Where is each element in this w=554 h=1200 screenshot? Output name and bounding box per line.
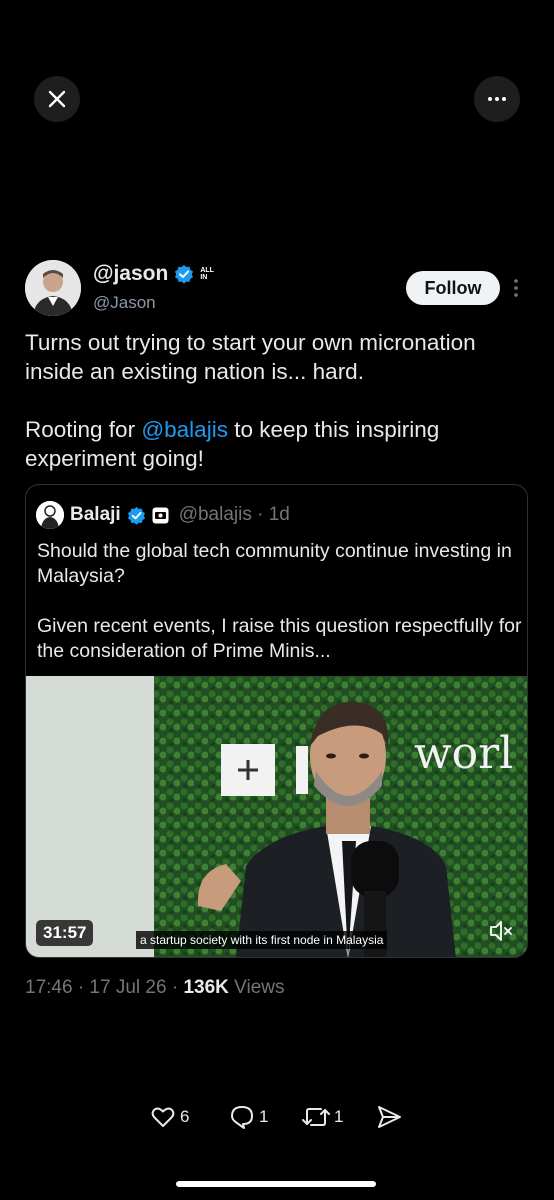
reply-button[interactable]: 1 <box>229 1104 268 1130</box>
views-count: 136K <box>183 977 229 998</box>
close-icon <box>48 90 66 108</box>
like-count: 6 <box>180 1107 190 1126</box>
volume-muted-icon[interactable] <box>488 918 514 944</box>
more-vertical-icon[interactable] <box>511 278 521 298</box>
tweet-meta: 17:46 · 17 Jul 26 · 136K Views <box>25 977 284 999</box>
home-indicator <box>176 1181 376 1187</box>
verified-badge-icon <box>127 506 145 525</box>
like-button[interactable]: 6 <box>150 1104 189 1130</box>
repost-icon <box>302 1108 330 1126</box>
reply-count: 1 <box>259 1107 269 1126</box>
quoted-handle-time: @balajis · 1d <box>178 504 290 525</box>
quoted-tweet[interactable]: Balaji @balajis · 1d Should the global t… <box>25 484 528 958</box>
author-display-name[interactable]: @jason <box>93 262 168 286</box>
affiliation-icon <box>152 507 169 523</box>
quoted-author-name[interactable]: Balaji <box>70 504 121 526</box>
video-player[interactable]: worl 31:57 a startup society with its fi… <box>26 676 527 957</box>
author-avatar[interactable] <box>25 260 81 316</box>
tweet-pre-mention: Rooting for <box>25 417 142 442</box>
follow-button[interactable]: Follow <box>406 271 500 305</box>
verified-badge-icon <box>175 265 194 284</box>
video-thumbnail: worl <box>26 676 527 957</box>
video-caption: a startup society with its first node in… <box>136 931 388 949</box>
send-icon <box>378 1106 401 1128</box>
more-options-button[interactable] <box>474 76 520 122</box>
mention-link[interactable]: @balajis <box>141 417 228 442</box>
repost-count: 1 <box>334 1107 344 1126</box>
tweet-text: Turns out trying to start your own micro… <box>25 328 529 473</box>
repost-button[interactable]: 1 <box>302 1104 343 1130</box>
heart-icon <box>151 1107 175 1127</box>
backdrop-text: worl <box>414 728 513 779</box>
tweet-line-1: Turns out trying to start your own micro… <box>25 330 476 384</box>
reply-icon <box>231 1106 253 1129</box>
quoted-author-avatar[interactable] <box>36 501 64 529</box>
author-handle: @Jason <box>93 293 156 312</box>
timestamp: 17:46 · 17 Jul 26 · <box>25 977 184 998</box>
more-horizontal-icon <box>488 97 506 101</box>
quoted-text: Should the global tech community continu… <box>37 540 522 662</box>
views-label: Views <box>228 977 285 998</box>
share-button[interactable] <box>376 1104 402 1130</box>
close-button[interactable] <box>34 76 80 122</box>
affiliation-badge: ALL IN <box>200 267 214 281</box>
video-duration: 31:57 <box>36 920 94 946</box>
action-bar: 6 1 1 <box>0 1104 554 1134</box>
